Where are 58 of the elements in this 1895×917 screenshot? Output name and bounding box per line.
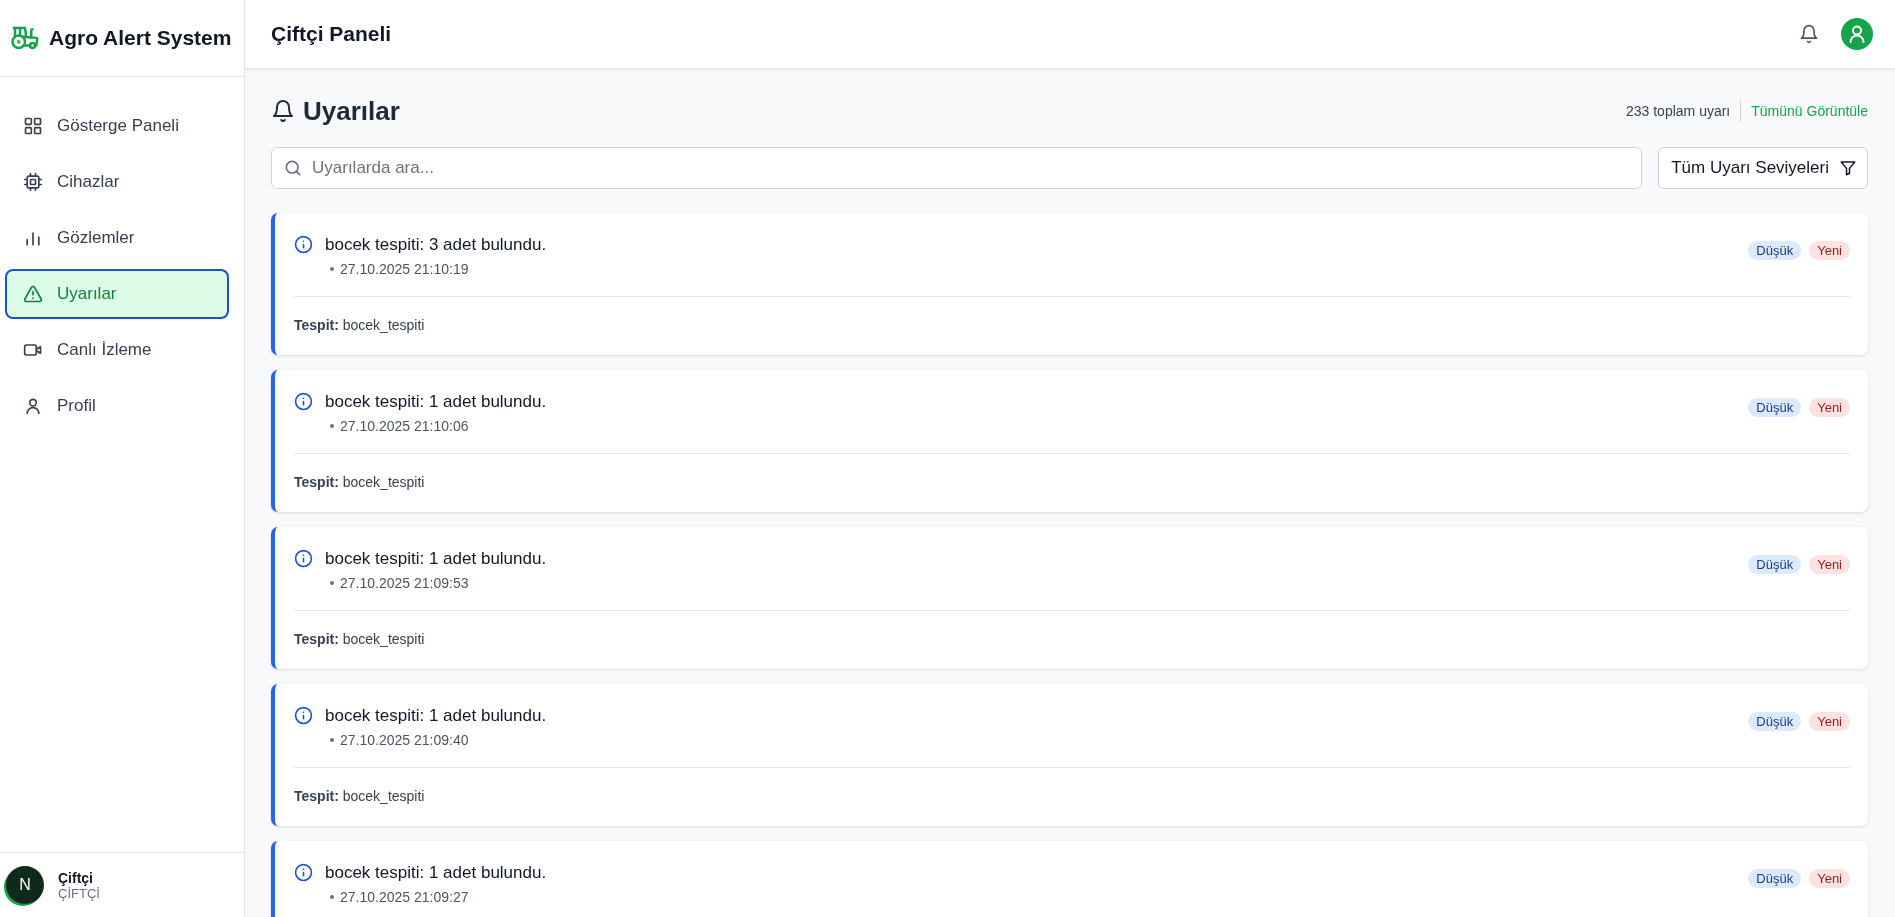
nav-item[interactable]: Canlı İzleme: [5, 325, 229, 375]
filter-icon: [1839, 159, 1857, 177]
notification-bell-icon[interactable]: [1799, 24, 1819, 44]
alert-time: 27.10.2025 21:09:27: [340, 889, 469, 905]
bell-icon: [271, 99, 295, 123]
bullet-icon: [330, 424, 334, 428]
severity-badge: Düşük: [1748, 555, 1802, 574]
alert-message: bocek tespiti: 1 adet bulundu.: [325, 863, 548, 883]
status-badge: Yeni: [1809, 555, 1850, 574]
bullet-icon: [330, 738, 334, 742]
severity-filter-button[interactable]: Tüm Uyarı Seviyeleri: [1658, 147, 1868, 189]
alert-detail: Tespit: bocek_tespiti: [294, 631, 425, 647]
grid-icon: [23, 116, 43, 136]
user-icon: [23, 396, 43, 416]
user-avatar: N: [6, 866, 44, 904]
user-avatar-icon[interactable]: [1841, 18, 1873, 50]
bullet-icon: [330, 581, 334, 585]
alert-time: 27.10.2025 21:10:06: [340, 418, 469, 434]
alert-message: bocek tespiti: 1 adet bulundu.: [325, 392, 548, 412]
status-badge: Yeni: [1809, 869, 1850, 888]
info-icon: [294, 706, 313, 725]
nav-item[interactable]: Profil: [5, 381, 229, 431]
severity-badge: Düşük: [1748, 398, 1802, 417]
search-field[interactable]: Uyarılarda ara...: [271, 147, 1643, 189]
warning-icon: [23, 284, 43, 304]
info-icon: [294, 863, 313, 882]
nav-item[interactable]: Gösterge Paneli: [5, 101, 229, 151]
status-badge: Yeni: [1809, 398, 1850, 417]
app-name: Agro Alert System: [49, 26, 232, 50]
alert-message: bocek tespiti: 1 adet bulundu.: [325, 706, 548, 726]
alert-time: 27.10.2025 21:09:40: [340, 732, 469, 748]
total-count: 233 toplam uyarı: [1625, 100, 1742, 122]
severity-badge: Düşük: [1748, 241, 1802, 260]
info-icon: [294, 235, 313, 254]
search-icon: [283, 158, 303, 178]
page-title: Uyarılar: [303, 95, 400, 127]
status-badge: Yeni: [1809, 241, 1850, 260]
bullet-icon: [330, 267, 334, 271]
nav-item[interactable]: Gözlemler: [5, 213, 229, 263]
header-title: Çiftçi Paneli: [271, 22, 392, 46]
chip-icon: [23, 172, 43, 192]
severity-badge: Düşük: [1748, 869, 1802, 888]
nav-item[interactable]: Uyarılar: [5, 269, 229, 319]
alert-message: bocek tespiti: 1 adet bulundu.: [325, 549, 548, 569]
alert-time: 27.10.2025 21:09:53: [340, 575, 469, 591]
alert-detail: Tespit: bocek_tespiti: [294, 474, 425, 490]
severity-badge: Düşük: [1748, 712, 1802, 731]
user-role: ÇİFTÇİ: [58, 885, 100, 901]
alert-detail: Tespit: bocek_tespiti: [294, 788, 425, 804]
user-name: Çiftçi: [58, 869, 93, 886]
alert-detail: Tespit: bocek_tespiti: [294, 317, 425, 333]
info-icon: [294, 392, 313, 411]
nav-item[interactable]: Cihazlar: [5, 157, 229, 207]
alert-message: bocek tespiti: 3 adet bulundu.: [325, 235, 548, 255]
info-icon: [294, 549, 313, 568]
alert-time: 27.10.2025 21:10:19: [340, 261, 469, 277]
status-badge: Yeni: [1809, 712, 1850, 731]
bullet-icon: [330, 895, 334, 899]
